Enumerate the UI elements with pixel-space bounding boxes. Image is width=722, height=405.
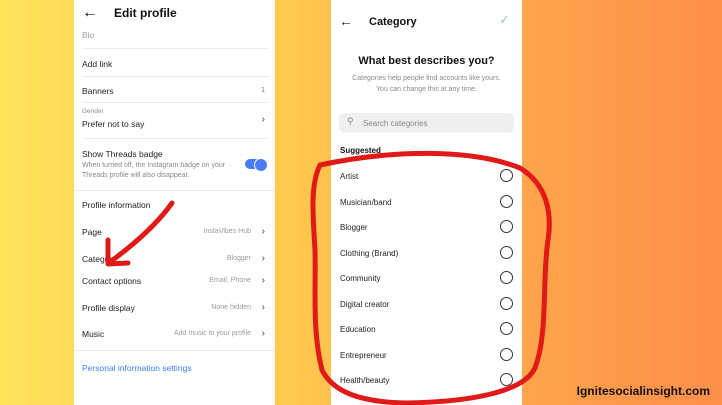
search-bar[interactable]: ⚲ bbox=[339, 113, 514, 133]
category-row[interactable]: Category Blogger › bbox=[82, 253, 265, 264]
category-screen: ← Category ✓ What best describes you? Ca… bbox=[331, 0, 522, 405]
threads-badge-label: Show Threads badge bbox=[82, 149, 163, 159]
chevron-right-icon: › bbox=[261, 275, 265, 286]
category-option[interactable]: Entrepreneur bbox=[331, 345, 522, 370]
add-link-button[interactable]: Add link bbox=[82, 59, 265, 69]
divider bbox=[82, 48, 269, 49]
category-option-label: Digital creator bbox=[340, 300, 390, 309]
category-option[interactable]: Clothing (Brand) bbox=[331, 243, 522, 268]
category-option-label: Health/beauty bbox=[340, 376, 390, 385]
category-option-label: Community bbox=[340, 274, 381, 283]
profile-display-row[interactable]: Profile display None hidden › bbox=[82, 302, 265, 313]
search-input[interactable] bbox=[363, 116, 493, 130]
watermark: Ignitesocialinsight.com bbox=[576, 384, 710, 398]
contact-options-label: Contact options bbox=[82, 276, 142, 286]
page-value: InstaVibes Hub bbox=[203, 228, 251, 235]
chevron-right-icon: › bbox=[261, 253, 265, 264]
category-option-label: Artist bbox=[340, 172, 359, 181]
radio-button[interactable] bbox=[500, 246, 513, 259]
category-option-label: Entrepreneur bbox=[340, 351, 387, 360]
section-title: Profile information bbox=[82, 200, 151, 210]
category-option[interactable]: Community bbox=[331, 268, 522, 293]
back-arrow-icon[interactable]: ← bbox=[82, 4, 98, 22]
category-question: What best describes you? bbox=[358, 55, 495, 67]
radio-button[interactable] bbox=[500, 297, 513, 310]
profile-display-label: Profile display bbox=[82, 303, 135, 313]
music-row[interactable]: Music Add music to your profile › bbox=[82, 328, 265, 339]
music-label: Music bbox=[82, 329, 105, 339]
category-option[interactable]: Digital creator bbox=[331, 294, 522, 319]
chevron-right-icon: › bbox=[261, 226, 265, 237]
radio-button[interactable] bbox=[500, 220, 513, 233]
subtitle-line: You can change this at any time. bbox=[376, 86, 477, 93]
category-option[interactable]: Musician/band bbox=[331, 192, 522, 217]
gender-row[interactable]: Gender Prefer not to say › bbox=[82, 108, 265, 129]
divider bbox=[82, 138, 269, 139]
divider bbox=[82, 76, 269, 77]
threads-badge-description: When turned off, the Instagram badge on … bbox=[82, 162, 226, 179]
radio-button[interactable] bbox=[500, 271, 513, 284]
threads-badge-toggle[interactable] bbox=[245, 158, 268, 172]
category-option[interactable]: Blogger bbox=[331, 217, 522, 242]
page-label: Page bbox=[82, 227, 102, 237]
radio-button[interactable] bbox=[500, 373, 513, 386]
chevron-right-icon: › bbox=[261, 328, 265, 339]
page-title: Category bbox=[369, 16, 417, 28]
page-title: Edit profile bbox=[114, 6, 177, 20]
suggested-heading: Suggested bbox=[340, 146, 381, 155]
personal-info-settings-link[interactable]: Personal information settings bbox=[82, 363, 265, 373]
contact-options-row[interactable]: Contact options Email, Phone › bbox=[82, 275, 265, 286]
edit-profile-screen: ← Edit profile Bio Add link Banners 1 Ge… bbox=[74, 0, 275, 405]
check-icon[interactable]: ✓ bbox=[499, 12, 510, 28]
banners-row[interactable]: Banners 1 bbox=[82, 86, 265, 96]
radio-button[interactable] bbox=[500, 195, 513, 208]
radio-button[interactable] bbox=[500, 322, 513, 335]
category-option[interactable]: Education bbox=[331, 319, 522, 344]
gender-value: Prefer not to say bbox=[82, 119, 145, 129]
category-label: Category bbox=[82, 254, 117, 264]
radio-button[interactable] bbox=[500, 169, 513, 182]
category-option[interactable]: Health/beauty bbox=[331, 370, 522, 395]
section-divider bbox=[74, 350, 275, 351]
banners-label: Banners bbox=[82, 86, 114, 96]
category-option[interactable]: Artist bbox=[331, 166, 522, 191]
edit-profile-header: ← Edit profile bbox=[74, 0, 275, 28]
search-icon: ⚲ bbox=[347, 116, 354, 126]
page-row[interactable]: Page InstaVibes Hub › bbox=[82, 226, 265, 237]
category-option-label: Musician/band bbox=[340, 198, 392, 207]
music-value: Add music to your profile bbox=[173, 330, 251, 337]
category-option-label: Blogger bbox=[340, 223, 368, 232]
category-subtitle: Categories help people find accounts lik… bbox=[341, 73, 512, 95]
chevron-right-icon: › bbox=[261, 302, 265, 313]
category-option-label: Clothing (Brand) bbox=[340, 249, 399, 258]
banners-count: 1 bbox=[261, 87, 265, 94]
back-arrow-icon[interactable]: ← bbox=[339, 13, 353, 29]
gender-label: Gender bbox=[82, 108, 104, 115]
radio-button[interactable] bbox=[500, 348, 513, 361]
contact-options-value: Email, Phone bbox=[209, 277, 251, 284]
bio-field[interactable]: Bio bbox=[82, 30, 265, 40]
profile-display-value: None hidden bbox=[211, 304, 251, 311]
category-option-label: Education bbox=[340, 325, 376, 334]
divider bbox=[82, 102, 269, 103]
subtitle-line: Categories help people find accounts lik… bbox=[352, 75, 501, 82]
section-divider bbox=[74, 190, 275, 191]
threads-badge-row: Show Threads badge When turned off, the … bbox=[82, 149, 235, 181]
chevron-right-icon: › bbox=[261, 114, 265, 125]
category-value: Blogger bbox=[226, 255, 251, 262]
